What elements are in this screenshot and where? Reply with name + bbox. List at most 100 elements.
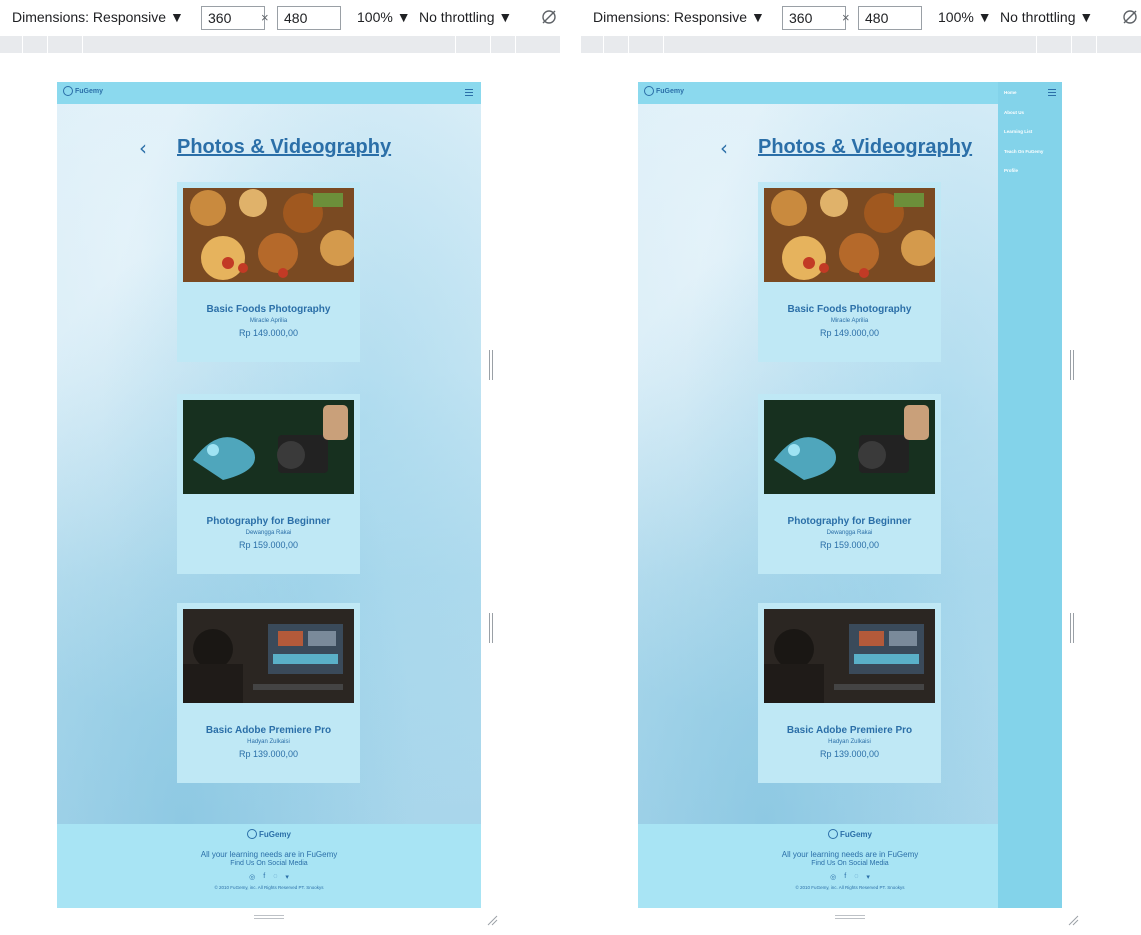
side-resize-handle[interactable] [489,350,493,380]
side-resize-handle[interactable] [489,613,493,643]
corner-resize-icon[interactable] [1067,914,1079,926]
course-info: Basic Adobe Premiere Pro Hadyan Zulkaisi… [758,725,941,759]
back-chevron-icon[interactable]: ‹ [139,136,147,160]
course-title: Basic Adobe Premiere Pro [205,725,332,736]
menu-item-about-us[interactable]: About Us [1004,110,1024,115]
course-image-camera [183,400,354,494]
course-price: Rp 149.000,00 [819,328,880,338]
course-info: Basic Foods Photography Miracle Aprilia … [758,304,941,338]
course-price: Rp 159.000,00 [819,540,880,550]
course-title: Photography for Beginner [206,516,331,527]
zoom-dropdown[interactable]: 100% ▼ [357,9,411,25]
course-info: Photography for Beginner Dewangga Rakai … [758,516,941,550]
width-input[interactable] [782,6,846,30]
course-card[interactable]: Basic Foods Photography Miracle Aprilia … [758,182,941,362]
navbar: FuGemy [57,82,481,104]
instagram-icon[interactable]: ◎ [830,873,836,881]
footer-copyright: © 2010 FuGemy, inc. All Rights Reserved … [214,885,324,890]
course-title: Basic Foods Photography [206,304,331,315]
device-stage: FuGemy ‹ Photos & Videography Basic Food… [0,53,560,935]
course-info: Photography for Beginner Dewangga Rakai … [177,516,360,550]
course-author: Hadyan Zulkaisi [828,739,871,745]
instagram-icon[interactable]: ◎ [249,873,255,881]
bottom-resize-handle[interactable] [835,915,865,919]
page-title[interactable]: Photos & Videography [177,136,391,159]
height-input[interactable] [858,6,922,30]
course-image-editing [183,609,354,703]
course-info: Basic Foods Photography Miracle Aprilia … [177,304,360,338]
menu-item-profile[interactable]: Profile [1004,168,1018,173]
facebook-icon[interactable]: f [263,873,265,881]
dimensions-dropdown[interactable]: Dimensions: Responsive ▼ [593,9,765,25]
footer-find-us: Find Us On Social Media [230,860,308,867]
course-title: Basic Adobe Premiere Pro [786,725,913,736]
course-author: Miracle Aprilia [249,318,288,324]
device-stage: FuGemy ‹ Photos & Videography Basic Food… [581,53,1141,935]
media-query-ruler[interactable] [581,36,1141,53]
course-card[interactable]: Basic Foods Photography Miracle Aprilia … [177,182,360,362]
device-viewport: FuGemy ‹ Photos & Videography Basic Food… [57,82,481,908]
course-price: Rp 139.000,00 [238,749,299,759]
whatsapp-icon[interactable]: ◌ [854,873,858,881]
footer-tagline: All your learning needs are in FuGemy [200,850,338,859]
course-image-camera [764,400,935,494]
corner-resize-icon[interactable] [486,914,498,926]
course-card[interactable]: Photography for Beginner Dewangga Rakai … [758,394,941,574]
twitter-icon[interactable]: ▾ [866,873,870,881]
height-input[interactable] [277,6,341,30]
logo-icon [246,829,257,839]
course-title: Photography for Beginner [787,516,912,527]
hamburger-menu-icon[interactable] [1048,89,1056,96]
site-logo[interactable]: FuGemy [644,86,684,96]
menu-item-learning-list[interactable]: Learning List [1004,129,1032,134]
logo-icon [827,829,838,839]
course-author: Hadyan Zulkaisi [247,739,290,745]
whatsapp-icon[interactable]: ◌ [273,873,277,881]
page-header: ‹ Photos & Videography [57,136,481,162]
width-input[interactable] [201,6,265,30]
course-author: Dewangga Rakai [826,530,873,536]
side-resize-handle[interactable] [1070,350,1074,380]
twitter-icon[interactable]: ▾ [285,873,289,881]
devtools-pane-menu-open: Dimensions: Responsive ▼ × 100% ▼ No thr… [581,0,1141,935]
course-title: Basic Foods Photography [787,304,912,315]
social-links: ◎ f ◌ ▾ [57,873,481,881]
facebook-icon[interactable]: f [844,873,846,881]
rotate-icon[interactable] [1121,8,1139,26]
media-query-ruler[interactable] [0,36,560,53]
menu-item-teach[interactable]: Teach On FuGemy [1004,149,1043,154]
side-resize-handle[interactable] [1070,613,1074,643]
devtools-pane-menu-closed: Dimensions: Responsive ▼ × 100% ▼ No thr… [0,0,560,935]
course-card[interactable]: Photography for Beginner Dewangga Rakai … [177,394,360,574]
course-author: Dewangga Rakai [245,530,292,536]
site-footer: FuGemy All your learning needs are in Fu… [57,824,481,908]
dimensions-dropdown[interactable]: Dimensions: Responsive ▼ [12,9,184,25]
throttling-dropdown[interactable]: No throttling ▼ [419,9,512,25]
page-title[interactable]: Photos & Videography [758,136,972,159]
logo-icon [644,86,654,96]
site-logo[interactable]: FuGemy [63,86,103,96]
zoom-dropdown[interactable]: 100% ▼ [938,9,992,25]
rotate-icon[interactable] [540,8,558,26]
course-card[interactable]: Basic Adobe Premiere Pro Hadyan Zulkaisi… [758,603,941,783]
course-price: Rp 139.000,00 [819,749,880,759]
course-price: Rp 149.000,00 [238,328,299,338]
course-image-editing [764,609,935,703]
menu-item-home[interactable]: Home [1004,90,1017,95]
course-image-foods [183,188,354,282]
device-toolbar: Dimensions: Responsive ▼ × 100% ▼ No thr… [0,0,560,34]
course-price: Rp 159.000,00 [238,540,299,550]
bottom-resize-handle[interactable] [254,915,284,919]
course-info: Basic Adobe Premiere Pro Hadyan Zulkaisi… [177,725,360,759]
footer-logo[interactable]: FuGemy [57,829,481,839]
throttling-dropdown[interactable]: No throttling ▼ [1000,9,1093,25]
device-toolbar: Dimensions: Responsive ▼ × 100% ▼ No thr… [581,0,1141,34]
device-viewport: FuGemy ‹ Photos & Videography Basic Food… [638,82,1062,908]
course-card[interactable]: Basic Adobe Premiere Pro Hadyan Zulkaisi… [177,603,360,783]
course-author: Miracle Aprilia [830,318,869,324]
logo-icon [63,86,73,96]
times-symbol: × [842,10,850,25]
hamburger-menu-icon[interactable] [465,89,473,96]
back-chevron-icon[interactable]: ‹ [720,136,728,160]
times-symbol: × [261,10,269,25]
